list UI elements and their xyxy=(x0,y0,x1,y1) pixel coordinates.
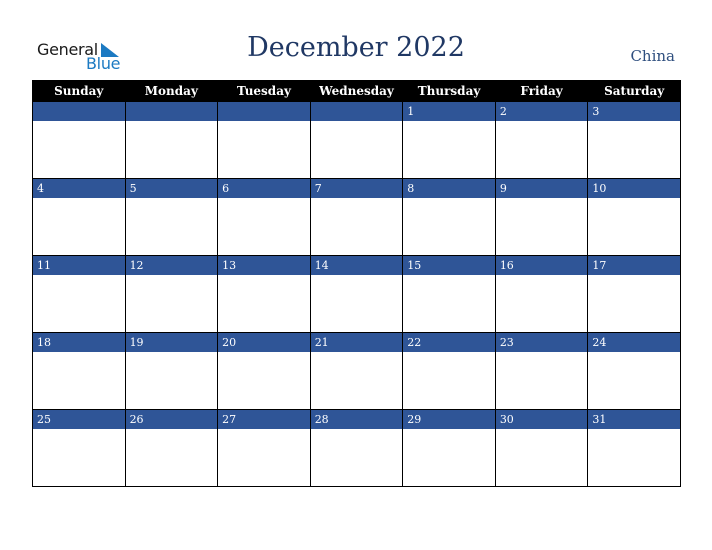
day-number: 21 xyxy=(310,333,403,352)
day-number: 31 xyxy=(588,410,680,429)
week-row: 25 26 27 28 29 30 31 xyxy=(32,409,681,487)
day-cell[interactable] xyxy=(309,101,404,179)
weekday-sunday: Sunday xyxy=(32,80,126,102)
country-label: China xyxy=(630,47,675,65)
weekday-header-row: Sunday Monday Tuesday Wednesday Thursday… xyxy=(32,80,681,102)
day-number: 24 xyxy=(588,333,680,352)
day-number: 20 xyxy=(218,333,310,352)
day-number: 4 xyxy=(33,179,125,198)
day-cell[interactable]: 12 xyxy=(124,255,219,333)
day-cell[interactable]: 5 xyxy=(124,178,219,256)
day-cell[interactable]: 31 xyxy=(587,409,681,487)
day-cell[interactable]: 3 xyxy=(587,101,681,179)
day-number xyxy=(33,102,125,121)
day-cell[interactable]: 9 xyxy=(494,178,589,256)
day-number: 7 xyxy=(310,179,403,198)
day-cell[interactable]: 23 xyxy=(494,332,589,410)
day-cell[interactable]: 30 xyxy=(494,409,589,487)
day-cell[interactable]: 26 xyxy=(124,409,219,487)
day-cell[interactable] xyxy=(32,101,126,179)
day-number: 13 xyxy=(218,256,310,275)
week-row: 18 19 20 21 22 23 24 xyxy=(32,332,681,410)
week-row: 4 5 6 7 8 9 10 xyxy=(32,178,681,256)
day-cell[interactable]: 27 xyxy=(217,409,311,487)
day-cell[interactable]: 28 xyxy=(309,409,404,487)
day-number xyxy=(125,102,218,121)
day-cell[interactable]: 24 xyxy=(587,332,681,410)
day-cell[interactable] xyxy=(124,101,219,179)
day-cell[interactable]: 6 xyxy=(217,178,311,256)
day-number xyxy=(218,102,310,121)
day-number: 19 xyxy=(125,333,218,352)
day-cell[interactable]: 22 xyxy=(402,332,496,410)
day-cell[interactable]: 4 xyxy=(32,178,126,256)
day-number: 6 xyxy=(218,179,310,198)
day-cell[interactable]: 18 xyxy=(32,332,126,410)
day-cell[interactable]: 7 xyxy=(309,178,404,256)
weekday-saturday: Saturday xyxy=(587,80,681,102)
day-number: 16 xyxy=(495,256,588,275)
day-number: 5 xyxy=(125,179,218,198)
day-cell[interactable]: 14 xyxy=(309,255,404,333)
day-cell[interactable] xyxy=(217,101,311,179)
weekday-monday: Monday xyxy=(124,80,219,102)
day-number: 2 xyxy=(495,102,588,121)
day-cell[interactable]: 17 xyxy=(587,255,681,333)
day-cell[interactable]: 8 xyxy=(402,178,496,256)
weekday-tuesday: Tuesday xyxy=(217,80,311,102)
day-number: 26 xyxy=(125,410,218,429)
day-cell[interactable]: 16 xyxy=(494,255,589,333)
day-number: 23 xyxy=(495,333,588,352)
day-number: 10 xyxy=(588,179,680,198)
day-number: 1 xyxy=(403,102,495,121)
day-number: 8 xyxy=(403,179,495,198)
day-cell[interactable]: 21 xyxy=(309,332,404,410)
week-row: 123 xyxy=(32,101,681,179)
weekday-friday: Friday xyxy=(494,80,589,102)
day-cell[interactable]: 10 xyxy=(587,178,681,256)
day-number: 22 xyxy=(403,333,495,352)
week-row: 11 12 13 14 15 16 17 xyxy=(32,255,681,333)
day-cell[interactable]: 11 xyxy=(32,255,126,333)
day-cell[interactable]: 29 xyxy=(402,409,496,487)
day-cell[interactable]: 1 xyxy=(402,101,496,179)
day-number: 30 xyxy=(495,410,588,429)
day-number: 25 xyxy=(33,410,125,429)
day-cell[interactable]: 15 xyxy=(402,255,496,333)
day-number: 14 xyxy=(310,256,403,275)
day-number: 17 xyxy=(588,256,680,275)
day-cell[interactable]: 19 xyxy=(124,332,219,410)
weekday-thursday: Thursday xyxy=(402,80,496,102)
day-number: 3 xyxy=(588,102,680,121)
weekday-wednesday: Wednesday xyxy=(309,80,404,102)
day-number: 9 xyxy=(495,179,588,198)
day-number: 11 xyxy=(33,256,125,275)
day-cell[interactable]: 20 xyxy=(217,332,311,410)
day-number: 12 xyxy=(125,256,218,275)
day-number: 28 xyxy=(310,410,403,429)
day-number: 15 xyxy=(403,256,495,275)
day-cell[interactable]: 2 xyxy=(494,101,589,179)
day-number xyxy=(310,102,403,121)
day-number: 27 xyxy=(218,410,310,429)
calendar-grid: Sunday Monday Tuesday Wednesday Thursday… xyxy=(32,80,681,487)
calendar-title: December 2022 xyxy=(247,32,465,63)
day-cell[interactable]: 25 xyxy=(32,409,126,487)
day-cell[interactable]: 13 xyxy=(217,255,311,333)
day-number: 29 xyxy=(403,410,495,429)
day-number: 18 xyxy=(33,333,125,352)
